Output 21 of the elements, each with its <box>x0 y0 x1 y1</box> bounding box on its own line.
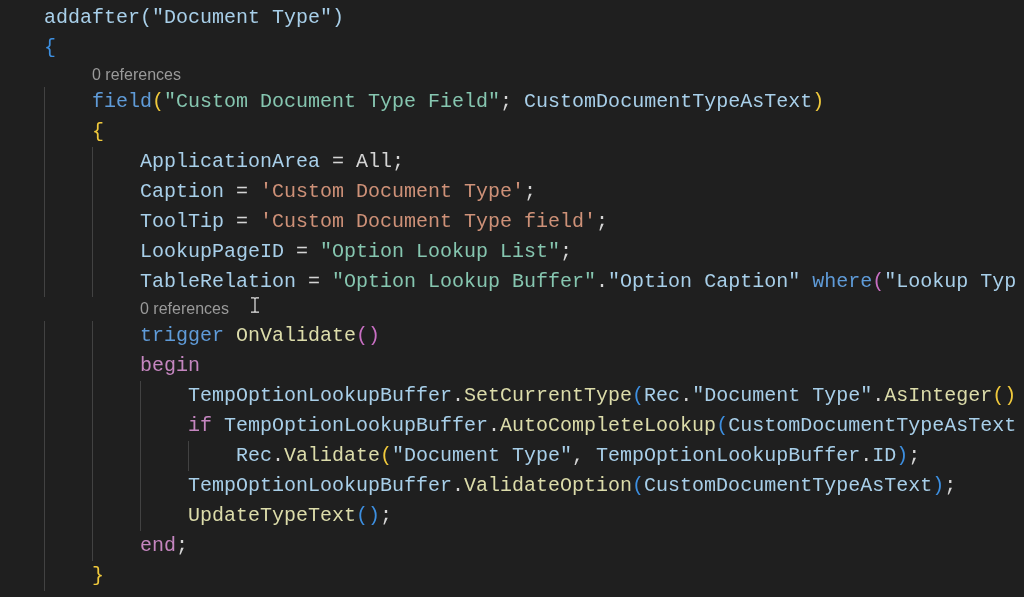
references-link[interactable]: 0 references <box>140 297 229 321</box>
code-line: field("Custom Document Type Field"; CustomDocumentTypeAsText) <box>92 89 825 115</box>
code-line: UpdateTypeText(); <box>188 503 393 529</box>
code-line: LookupPageID = "Option Lookup List"; <box>140 239 573 265</box>
code-line: ApplicationArea = All; <box>140 149 405 175</box>
code-line: if TempOptionLookupBuffer.AutoCompleteLookup(CustomDocumentTypeAsText <box>188 413 1017 439</box>
code-line: TempOptionLookupBuffer.SetCurrentType(Rec."Document Type".AsInteger() <box>188 383 1017 409</box>
text-cursor-icon <box>250 297 260 313</box>
code-line: end; <box>140 533 189 559</box>
code-line: Rec.Validate("Document Type", TempOptionLookupBuffer.ID); <box>236 443 921 469</box>
references-link[interactable]: 0 references <box>92 63 181 87</box>
code-line: addafter("Document Type") <box>44 5 345 31</box>
code-line: ToolTip = 'Custom Document Type field'; <box>140 209 609 235</box>
code-line: trigger OnValidate() <box>140 323 381 349</box>
code-line: { <box>92 119 104 145</box>
code-line: Caption = 'Custom Document Type'; <box>140 179 537 205</box>
code-line: TempOptionLookupBuffer.ValidateOption(CustomDocumentTypeAsText); <box>188 473 957 499</box>
code-line: begin <box>140 353 200 379</box>
code-line: } <box>92 563 104 589</box>
code-line: { <box>44 35 56 61</box>
code-line: TableRelation = "Option Lookup Buffer"."Option Caption" where("Lookup Typ <box>140 269 1017 295</box>
